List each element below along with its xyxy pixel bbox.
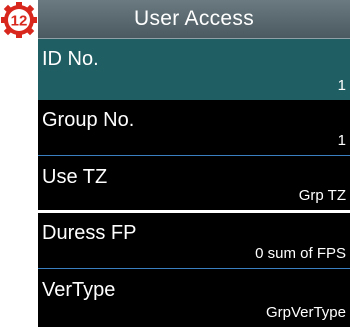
step-number: 12 [11,13,28,30]
menu-item-value: 0 sum of FPS [255,245,346,262]
menu-item-id-no[interactable]: ID No. 1 [38,39,350,100]
title-bar: User Access [38,0,350,39]
screen-title: User Access [134,7,254,30]
menu-item-group-no[interactable]: Group No. 1 [38,100,350,156]
menu-item-label: Duress FP [42,222,137,244]
menu-item-label: Group No. [42,109,135,131]
menu-item-label: VerType [42,279,116,301]
menu-item-value: GrpVerType [265,304,346,321]
menu-item-value: Grp TZ [298,187,346,204]
menu-item-value: 1 [337,132,346,149]
menu-item-label: Use TZ [42,166,108,188]
menu-item-label: ID No. [42,48,99,70]
menu-item-vertype[interactable]: VerType GrpVerType [38,270,350,327]
menu-item-use-tz[interactable]: Use TZ Grp TZ [38,157,350,210]
device-screen: User Access ID No. 1 Group No. 1 Use TZ … [38,0,350,327]
menu-item-value: 1 [337,77,346,94]
step-number-badge: 12 [0,2,38,38]
menu-item-duress-fp[interactable]: Duress FP 0 sum of FPS [38,213,350,269]
